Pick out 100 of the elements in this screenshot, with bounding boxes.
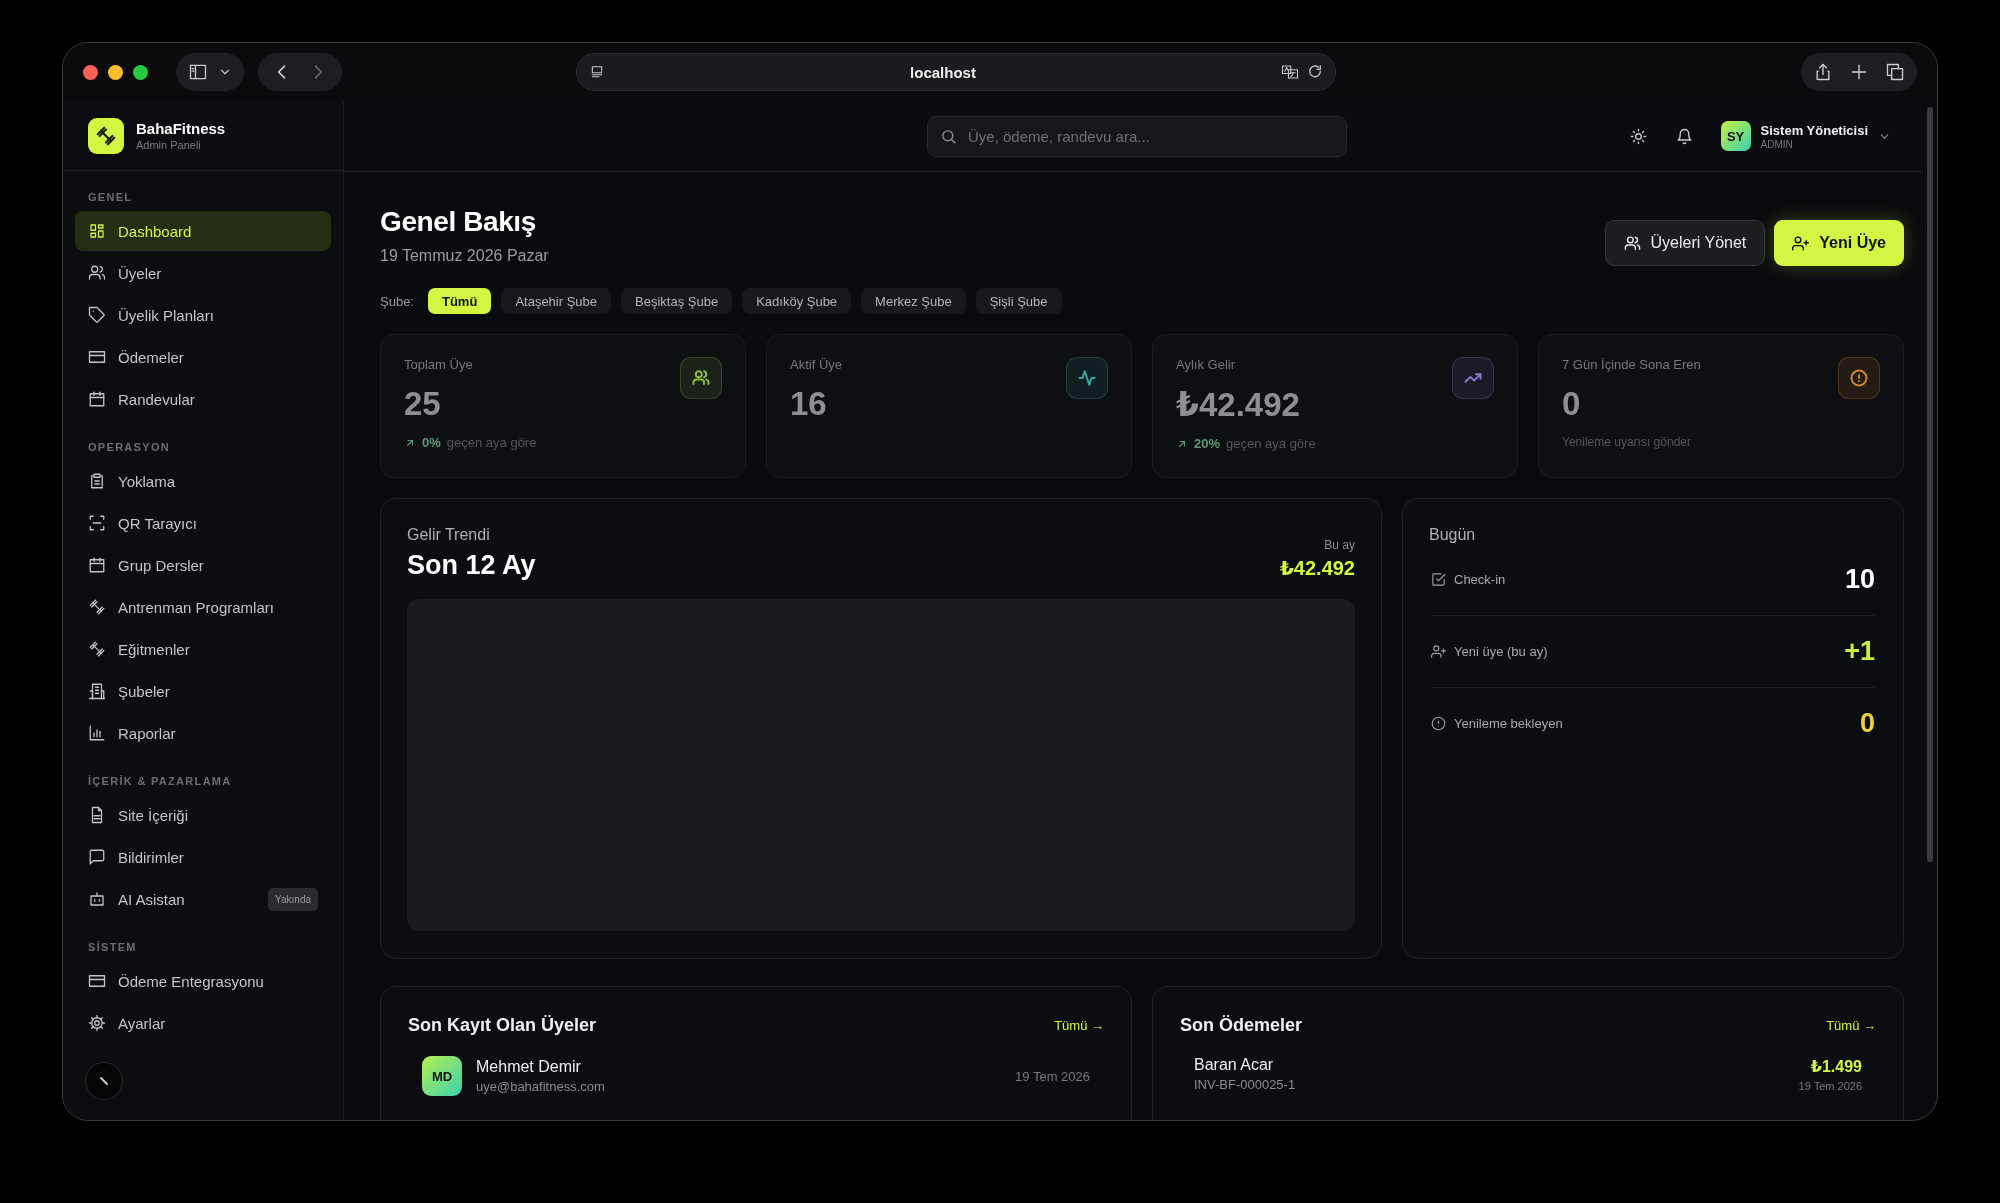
card-label: Bugün xyxy=(1429,526,1477,544)
calendar-icon xyxy=(88,390,106,408)
stat-value: ₺42.492 xyxy=(1176,385,1300,424)
stat-value: 0 xyxy=(1562,385,1582,423)
sidebar-toggle-button[interactable] xyxy=(176,53,244,91)
credit-card-icon xyxy=(88,972,106,990)
member-name: Mehmet Demir xyxy=(476,1058,582,1076)
minimize-window-button[interactable] xyxy=(108,64,123,80)
branch-chip[interactable]: Kadıköy Şube xyxy=(742,288,852,314)
settings-icon xyxy=(88,1014,106,1032)
change-note: geçen aya göre xyxy=(1226,436,1316,451)
clipboard-icon xyxy=(88,472,106,490)
reload-icon xyxy=(1307,64,1323,80)
check-square-icon xyxy=(1431,572,1446,587)
today-metric-value: +1 xyxy=(1844,636,1875,667)
nav-item[interactable]: Bildirimler xyxy=(75,837,331,877)
nav-item[interactable]: Yoklama xyxy=(75,461,331,501)
nav-item[interactable]: AI Asistan Yakında xyxy=(75,879,331,919)
nav-item[interactable]: Ayarlar xyxy=(75,1003,331,1043)
stat-label: 7 Gün İçinde Sona Eren xyxy=(1562,357,1701,372)
brand-name: BahaFitness xyxy=(136,120,226,137)
user-menu[interactable]: SY Sistem Yöneticisi ADMIN xyxy=(1720,121,1891,151)
tabs-icon xyxy=(1885,62,1905,82)
section-heading: SİSTEM xyxy=(87,940,138,955)
users-icon xyxy=(88,264,106,282)
nav-item[interactable]: Üyeler xyxy=(75,253,331,293)
maximize-window-button[interactable] xyxy=(133,64,148,80)
card-label: Gelir Trendi xyxy=(407,526,491,544)
user-plus-icon xyxy=(1431,644,1446,659)
view-all-link[interactable]: Tümü → xyxy=(1054,1018,1104,1033)
member-email: uye@bahafitness.com xyxy=(476,1079,606,1094)
branch-chip[interactable]: Beşiktaş Şube xyxy=(621,288,733,314)
users-icon xyxy=(1623,234,1641,252)
nav-item[interactable]: Üyelik Planları xyxy=(75,295,331,335)
nav-item[interactable]: Eğitmenler xyxy=(75,629,331,669)
member-date: 19 Tem 2026 xyxy=(1015,1068,1090,1084)
building-icon xyxy=(88,682,106,700)
nav-item[interactable]: Ödemeler xyxy=(75,337,331,377)
branch-chip[interactable]: Merkez Şube xyxy=(861,288,966,314)
today-metric-label: Yeni üye (bu ay) xyxy=(1454,644,1549,659)
soon-badge: Yakında xyxy=(268,887,318,911)
branch-chip[interactable]: Tümü xyxy=(428,288,492,314)
branch-chip[interactable]: Ataşehir Şube xyxy=(501,288,612,314)
tag-icon xyxy=(88,306,106,324)
section-heading: GENEL xyxy=(87,190,134,205)
payment-date: 19 Tem 2026 xyxy=(1798,1079,1862,1092)
new-member-button[interactable]: Yeni Üye xyxy=(1774,220,1904,266)
today-metric-label: Yenileme bekleyen xyxy=(1454,716,1564,731)
nav-item[interactable]: Antrenman Programları xyxy=(75,587,331,627)
stat-value: 16 xyxy=(790,385,828,423)
nav-item[interactable]: Dashboard xyxy=(75,211,331,251)
change-note: geçen aya göre xyxy=(446,435,537,450)
card-title: Son Ödemeler xyxy=(1180,1015,1303,1036)
nav-item[interactable]: Ödeme Entegrasyonu xyxy=(75,961,331,1001)
nav-item[interactable]: QR Tarayıcı xyxy=(75,503,331,543)
dumbbell-icon xyxy=(95,124,117,147)
bell-icon xyxy=(1676,127,1694,145)
translate-icon xyxy=(1281,63,1299,81)
user-role: ADMIN xyxy=(1760,138,1794,150)
message-icon xyxy=(88,848,106,866)
nav-item[interactable]: Site İçeriği xyxy=(75,795,331,835)
payer-name: Baran Acar xyxy=(1194,1056,1275,1074)
filter-label: Şube: xyxy=(380,293,414,309)
page-title: Genel Bakış xyxy=(380,206,537,238)
stat-value: 25 xyxy=(404,385,442,423)
search-field[interactable]: Üye, ödeme, randevu ara... xyxy=(927,115,1347,157)
view-all-link[interactable]: Tümü → xyxy=(1826,1018,1876,1033)
change-percent: 0% xyxy=(422,435,441,450)
close-window-button[interactable] xyxy=(83,64,98,80)
nav-item[interactable]: Raporlar xyxy=(75,713,331,753)
stat-label: Aktif Üye xyxy=(790,357,842,372)
address-bar[interactable]: localhost xyxy=(576,53,1336,91)
branch-chip[interactable]: Şişli Şube xyxy=(975,288,1062,314)
page-date: 19 Temmuz 2026 Pazar xyxy=(380,247,549,265)
user-plus-icon xyxy=(1792,234,1810,252)
card-title: Son 12 Ay xyxy=(407,550,536,581)
sun-icon xyxy=(1630,127,1648,145)
brand-subtitle: Admin Paneli xyxy=(136,139,202,151)
period-label: Bu ay xyxy=(1323,538,1355,552)
stat-label: Toplam Üye xyxy=(404,357,473,372)
nav-item[interactable]: Grup Dersler xyxy=(75,545,331,585)
dumbbell-icon xyxy=(88,640,106,658)
member-avatar: MD xyxy=(422,1056,462,1096)
period-value: ₺42.492 xyxy=(1279,556,1355,580)
alert-icon xyxy=(1431,716,1446,731)
user-avatar: SY xyxy=(1720,121,1751,151)
manage-members-button[interactable]: Üyeleri Yönet xyxy=(1604,220,1766,266)
nav-item[interactable]: Randevular xyxy=(75,379,331,419)
section-heading: İÇERİK & PAZARLAMA xyxy=(87,774,233,789)
grid-icon xyxy=(88,222,106,240)
sidebar-icon xyxy=(188,62,208,82)
stat-label: Aylık Gelir xyxy=(1176,357,1236,372)
credit-card-icon xyxy=(88,348,106,366)
nav-item[interactable]: Şubeler xyxy=(75,671,331,711)
stat-note: Yenileme uyarısı gönder xyxy=(1562,435,1691,449)
section-heading: OPERASYON xyxy=(87,440,171,455)
scan-icon xyxy=(88,514,106,532)
line-icon xyxy=(98,1075,110,1087)
card-title: Son Kayıt Olan Üyeler xyxy=(408,1015,597,1036)
scrollbar-thumb[interactable] xyxy=(1927,107,1933,862)
